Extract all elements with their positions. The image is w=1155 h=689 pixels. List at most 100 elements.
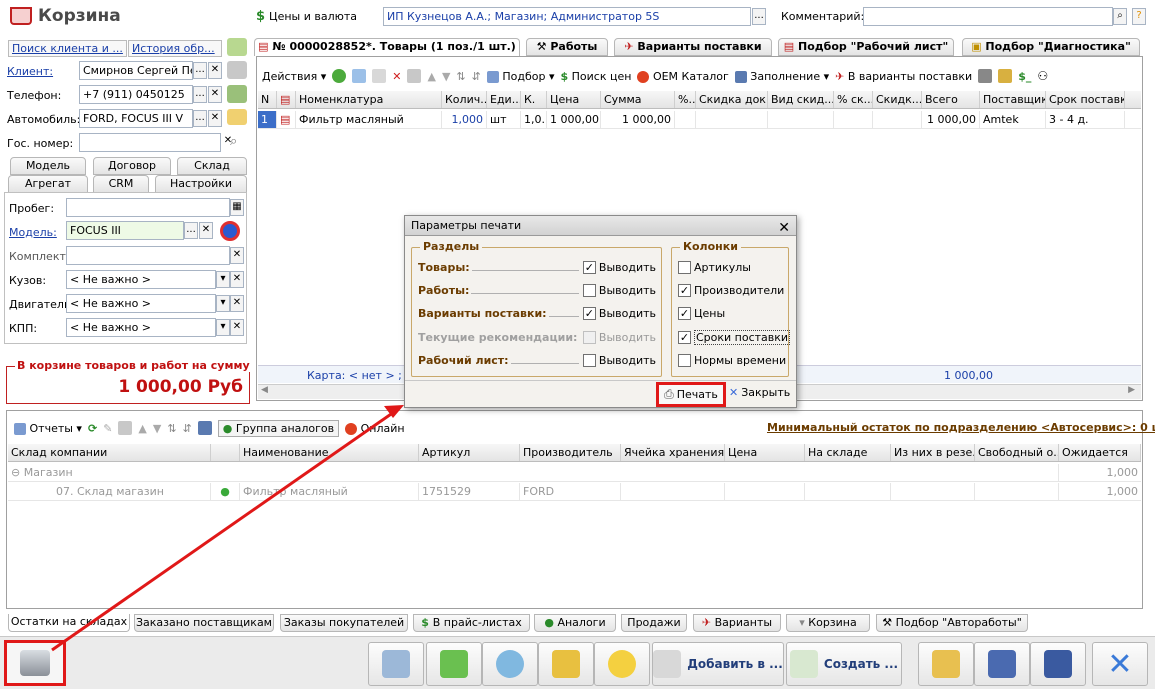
reports-menu[interactable]: Отчеты ▾ (14, 422, 82, 435)
tab-customer-orders[interactable]: Заказы покупателей (280, 614, 408, 632)
tab-model[interactable]: Модель (10, 157, 86, 175)
calculator-icon[interactable]: ▦ (230, 199, 244, 216)
model-field[interactable]: FOCUS III (66, 221, 184, 240)
save-and-close-button[interactable] (974, 642, 1030, 686)
tab-contract[interactable]: Договор (93, 157, 171, 175)
add-to-button[interactable]: Добавить в ... (652, 642, 784, 686)
col-free[interactable]: Свободный о... (975, 444, 1059, 461)
binoculars-icon[interactable]: ⚇ (1037, 69, 1048, 83)
sort-desc-icon[interactable]: ⇵ (183, 422, 192, 435)
tab-aggregate[interactable]: Агрегат (8, 175, 88, 193)
folder-icon[interactable] (227, 38, 247, 56)
car-button[interactable] (538, 642, 594, 686)
col-storage-cell[interactable]: Ячейка хранения (621, 444, 725, 461)
engine-field[interactable]: < Не важно > (66, 294, 216, 313)
column-time-norms-checkbox[interactable] (678, 353, 691, 367)
save-button[interactable] (1030, 642, 1086, 686)
body-dropdown-icon[interactable]: ▾ (216, 271, 230, 288)
tab-settings[interactable]: Настройки (155, 175, 247, 193)
tab-works[interactable]: ⚒ Работы (526, 38, 608, 56)
col-type-icon[interactable]: ▤ (277, 91, 296, 108)
online-button[interactable]: Онлайн (345, 422, 405, 435)
phone-clear-icon[interactable]: ✕ (208, 86, 222, 103)
column-prices-checkbox[interactable]: ✓ (678, 306, 691, 320)
column-articles-checkbox[interactable] (678, 260, 691, 274)
help-icon[interactable]: ? (1132, 8, 1146, 25)
tab-price-lists[interactable]: $ В прайс-листах (413, 614, 530, 632)
price-search-button[interactable]: $ Поиск цен (560, 70, 631, 83)
model-clear-icon[interactable]: ✕ (199, 222, 213, 239)
col-maker[interactable]: Производитель (520, 444, 621, 461)
sort-asc-icon[interactable]: ⇅ (167, 422, 176, 435)
recommendation-button[interactable] (594, 642, 650, 686)
refresh-icon[interactable]: ⟳ (88, 422, 97, 435)
tab-stock-balances[interactable]: Остатки на складах (8, 614, 130, 632)
fill-menu[interactable]: Заполнение ▾ (734, 70, 829, 83)
sort-asc-icon[interactable]: ⇅ (456, 70, 465, 83)
col-delivery-time[interactable]: Срок поставки (1046, 91, 1125, 108)
schedule-button[interactable] (482, 642, 538, 686)
tab-basket[interactable]: ▾ Корзина (786, 614, 870, 632)
tab-worksheet[interactable]: ▤ Подбор "Рабочий лист" (778, 38, 954, 56)
list-icon[interactable] (978, 69, 993, 83)
col-discount[interactable]: Скидк... (873, 91, 922, 108)
phone-call-icon[interactable] (227, 85, 247, 103)
col-doc-discount[interactable]: Скидка док... (696, 91, 768, 108)
min-stock-label[interactable]: Минимальный остаток по подразделению <Ав… (767, 421, 1155, 434)
copy-rows-icon[interactable] (998, 69, 1013, 83)
car-field[interactable]: FORD, FOCUS III V (79, 109, 193, 128)
table-row[interactable]: 1 ▤ Фильтр масляный 1,000 шт 1,0... 1 00… (258, 111, 1141, 129)
tab-variants[interactable]: ✈ Варианты (693, 614, 781, 632)
sort-desc-icon[interactable]: ⇵ (472, 70, 481, 83)
mileage-field[interactable] (66, 198, 230, 217)
up-arrow-icon[interactable]: ▲ (427, 70, 435, 83)
edit-icon[interactable]: ✎ (103, 422, 112, 435)
filter-icon[interactable] (197, 421, 212, 435)
plate-field[interactable] (79, 133, 221, 152)
close-button[interactable]: ✕ (1092, 642, 1148, 686)
document-card-button[interactable] (368, 642, 424, 686)
tab-ordered-suppliers[interactable]: Заказано поставщикам (134, 614, 274, 632)
column-delivery-checkbox[interactable]: ✓ (678, 330, 691, 344)
magnifier-icon[interactable]: ⌕ (230, 134, 237, 149)
complect-field[interactable] (66, 246, 230, 265)
col-k[interactable]: К. (521, 91, 547, 108)
engine-dropdown-icon[interactable]: ▾ (216, 295, 230, 312)
actions-menu[interactable]: Действия ▾ (262, 70, 326, 83)
col-nomenclature[interactable]: Номенклатура (296, 91, 442, 108)
delete-icon[interactable]: ✕ (392, 70, 401, 83)
org-select-button[interactable]: ... (752, 8, 766, 25)
client-field[interactable]: Смирнов Сергей Петр (79, 61, 193, 80)
client-select-button[interactable]: ... (193, 62, 207, 79)
col-discount-type[interactable]: Вид скид... (768, 91, 834, 108)
currency-icon[interactable]: $_ (1018, 70, 1031, 83)
tab-crm[interactable]: CRM (93, 175, 149, 193)
scroll-left-icon[interactable]: ◀ (261, 385, 268, 395)
col-supplier[interactable]: Поставщик (980, 91, 1046, 108)
col-price[interactable]: Цена (725, 444, 805, 461)
col-name[interactable]: Наименование (240, 444, 419, 461)
history-button[interactable]: История обр... (128, 40, 222, 57)
organization-field[interactable]: ИП Кузнецов А.А.; Магазин; Администратор… (383, 7, 751, 26)
up-arrow-icon[interactable]: ▲ (138, 422, 146, 435)
table-row[interactable]: ⊖ Магазин 1,000 (8, 464, 1141, 482)
complect-clear-icon[interactable]: ✕ (230, 247, 244, 264)
print-button[interactable] (4, 640, 66, 686)
tab-analogs[interactable]: ● Аналоги (534, 614, 616, 632)
car-card-icon[interactable] (227, 109, 247, 125)
scroll-right-icon[interactable]: ▶ (1128, 385, 1135, 395)
col-unit[interactable]: Еди... (487, 91, 521, 108)
add-icon[interactable] (332, 69, 347, 83)
section-variants-checkbox[interactable]: ✓ (582, 306, 596, 320)
col-n[interactable]: N (258, 91, 277, 108)
model-select-button[interactable]: ... (184, 222, 198, 239)
user-icon[interactable] (227, 61, 247, 79)
approve-button[interactable] (426, 642, 482, 686)
save-icon[interactable] (118, 421, 133, 435)
save-icon[interactable] (407, 69, 422, 83)
dialog-close-button[interactable]: ✕ Закрыть (729, 386, 790, 399)
body-clear-icon[interactable]: ✕ (230, 271, 244, 288)
car-select-button[interactable]: ... (193, 110, 207, 127)
collapse-icon[interactable]: ⊖ (11, 466, 24, 479)
edit-icon[interactable] (372, 69, 387, 83)
